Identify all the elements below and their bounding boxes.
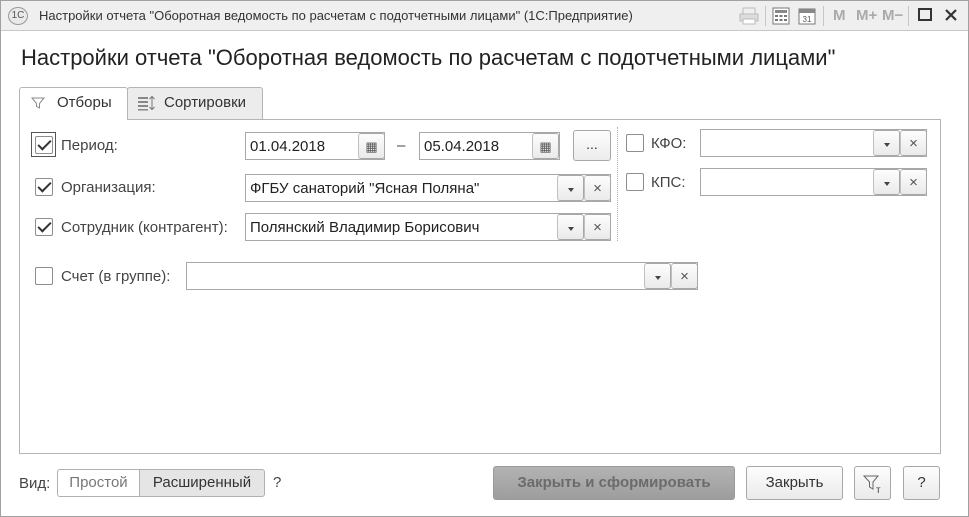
column-separator: [617, 127, 618, 241]
employee-field[interactable]: Полянский Владимир Борисович ×: [245, 213, 611, 241]
chevron-down-icon[interactable]: [557, 175, 584, 201]
period-to-field[interactable]: 05.04.2018 ▦: [419, 132, 560, 160]
kps-field[interactable]: ×: [700, 168, 927, 196]
kps-label: КПС:: [651, 174, 686, 191]
clear-icon[interactable]: ×: [900, 169, 927, 195]
app-logo-icon[interactable]: 1С: [8, 7, 28, 25]
chevron-down-icon[interactable]: [644, 263, 671, 289]
view-help-link[interactable]: ?: [273, 474, 281, 491]
close-button[interactable]: Закрыть: [746, 466, 843, 500]
view-simple-button[interactable]: Простой: [57, 469, 140, 497]
organization-value: ФГБУ санаторий "Ясная Поляна": [250, 180, 480, 197]
memory-button[interactable]: M: [833, 7, 846, 24]
calculator-icon[interactable]: [770, 7, 792, 25]
close-window-icon[interactable]: [941, 7, 961, 25]
organization-field[interactable]: ФГБУ санаторий "Ясная Поляна" ×: [245, 174, 611, 202]
chevron-down-icon[interactable]: [873, 130, 900, 156]
tab-filters-label: Отборы: [57, 94, 112, 111]
calendar-icon[interactable]: ▦: [532, 133, 559, 159]
account-field[interactable]: ×: [186, 262, 698, 290]
title-bar: 1С Настройки отчета "Оборотная ведомость…: [1, 1, 968, 31]
filter-settings-button[interactable]: т: [854, 466, 891, 500]
toolbar-separator: [823, 6, 824, 26]
view-advanced-button[interactable]: Расширенный: [139, 469, 265, 497]
organization-checkbox[interactable]: [35, 178, 53, 196]
memory-plus-button[interactable]: M+: [856, 7, 877, 24]
clear-icon[interactable]: ×: [900, 130, 927, 156]
calendar-day-text: 31: [803, 15, 812, 24]
generate-button[interactable]: Закрыть и сформировать: [493, 466, 735, 500]
calendar-icon[interactable]: ▦: [358, 133, 385, 159]
kfo-label: КФО:: [651, 135, 687, 152]
employee-label: Сотрудник (контрагент):: [61, 219, 228, 236]
period-dash: –: [397, 137, 406, 154]
period-select-button[interactable]: ...: [573, 130, 611, 161]
memory-minus-button[interactable]: M−: [882, 7, 903, 24]
settings-window: 1С Настройки отчета "Оборотная ведомость…: [0, 0, 969, 517]
tab-sorting[interactable]: Сортировки: [127, 87, 263, 119]
window-title: Настройки отчета "Оборотная ведомость по…: [39, 8, 633, 23]
period-from-field[interactable]: 01.04.2018 ▦: [245, 132, 385, 160]
kfo-field[interactable]: ×: [700, 129, 927, 157]
kfo-checkbox[interactable]: [626, 134, 644, 152]
period-checkbox[interactable]: [35, 136, 53, 154]
clear-icon[interactable]: ×: [584, 175, 611, 201]
page-title: Настройки отчета "Оборотная ведомость по…: [21, 45, 836, 70]
toolbar-separator: [908, 6, 909, 26]
sort-icon: [137, 88, 157, 122]
period-label: Период:: [61, 137, 118, 154]
print-icon[interactable]: [738, 7, 760, 25]
calendar-icon[interactable]: 31: [796, 7, 818, 25]
account-label: Счет (в группе):: [61, 268, 171, 285]
chevron-down-icon[interactable]: [557, 214, 584, 240]
employee-checkbox[interactable]: [35, 218, 53, 236]
filter-icon: т: [862, 475, 881, 496]
help-button[interactable]: ?: [903, 466, 940, 500]
toolbar-separator: [765, 6, 766, 26]
chevron-down-icon[interactable]: [873, 169, 900, 195]
view-label: Вид:: [19, 475, 51, 492]
tab-sorting-label: Сортировки: [164, 94, 247, 111]
employee-value: Полянский Владимир Борисович: [250, 219, 480, 236]
period-from-value: 01.04.2018: [250, 138, 326, 155]
maximize-icon[interactable]: [915, 7, 935, 25]
kps-checkbox[interactable]: [626, 173, 644, 191]
tab-filters[interactable]: Отборы: [19, 87, 128, 120]
period-to-value: 05.04.2018: [424, 138, 500, 155]
svg-text:т: т: [876, 485, 881, 495]
clear-icon[interactable]: ×: [671, 263, 698, 289]
filter-icon: [30, 88, 46, 122]
organization-label: Организация:: [61, 179, 156, 196]
account-checkbox[interactable]: [35, 267, 53, 285]
clear-icon[interactable]: ×: [584, 214, 611, 240]
